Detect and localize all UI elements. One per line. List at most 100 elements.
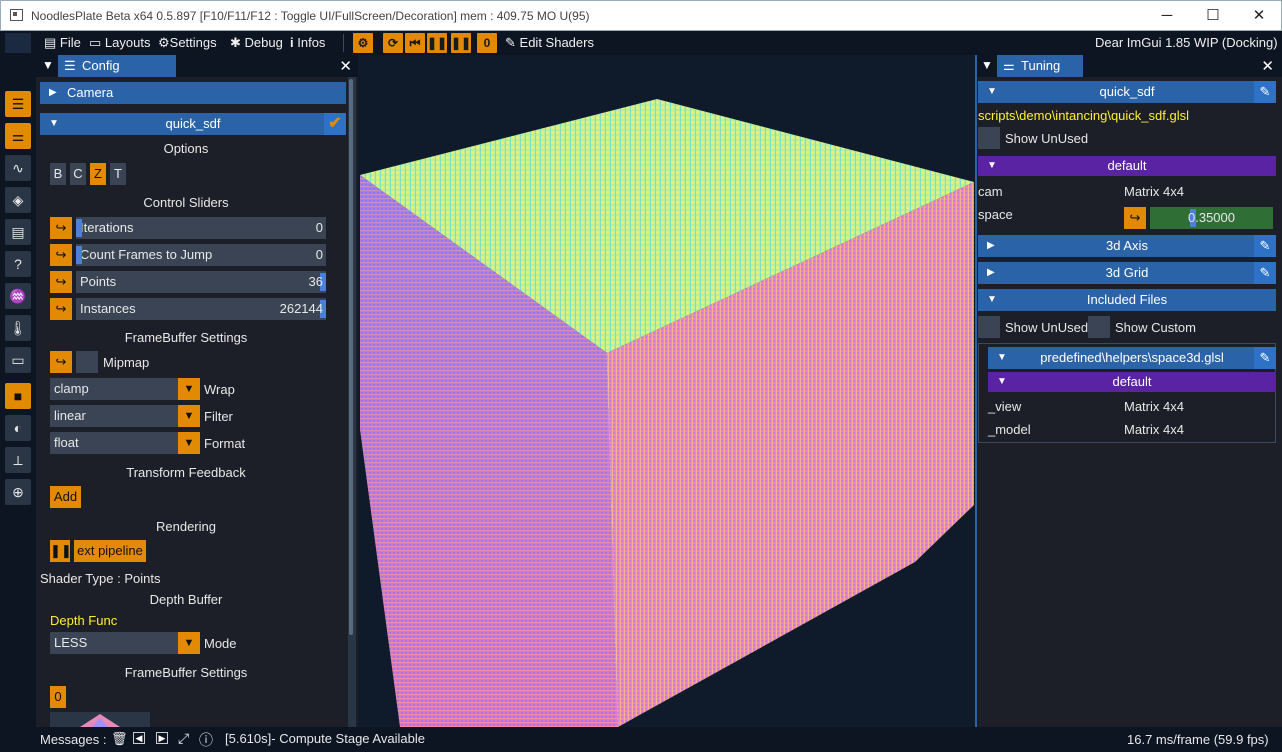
pause-button-2[interactable]: ❚❚: [451, 33, 471, 53]
thermometer-button[interactable]: 🌡: [5, 315, 31, 341]
list-view-button[interactable]: ☰: [5, 91, 31, 117]
expand-icon[interactable]: ⤢: [178, 730, 189, 747]
slider-label: Iterations: [80, 220, 134, 235]
mouse-button[interactable]: ◐: [5, 415, 31, 441]
minimize-button[interactable]: ─: [1156, 5, 1178, 27]
pause-render-button[interactable]: ❚❚: [50, 540, 72, 562]
gamepad-icon: ⊕: [12, 484, 24, 500]
ext-pipeline-button[interactable]: ext pipeline: [74, 540, 146, 562]
reset-instances-button[interactable]: ↪: [50, 298, 72, 320]
mipmap-checkbox[interactable]: [76, 351, 98, 373]
show-custom-checkbox[interactable]: [1088, 316, 1110, 338]
sliders-icon: ⚌: [11, 128, 25, 144]
curve-button[interactable]: ∿: [5, 155, 31, 181]
3d-axis-header[interactable]: ▶ 3d Axis ✎: [978, 235, 1276, 257]
config-scrollbar[interactable]: [348, 77, 356, 727]
step-back-button[interactable]: ⏮: [405, 33, 425, 53]
wrap-select[interactable]: clamp ▼: [50, 378, 200, 400]
close-icon[interactable]: ✕: [339, 57, 352, 75]
document-button[interactable]: ▤: [5, 219, 31, 245]
tuning-toggle-button[interactable]: ⚌: [5, 123, 31, 149]
file-menu[interactable]: ▤ File: [44, 35, 81, 51]
uniform-space-name: space: [978, 207, 1013, 222]
included-files-header[interactable]: ▼ Included Files: [978, 289, 1276, 311]
debug-menu[interactable]: ✱ Debug: [230, 35, 283, 51]
camera-button[interactable]: ■: [5, 383, 31, 409]
quick-sdf-header[interactable]: ▼ quick_sdf ✔: [40, 113, 346, 135]
reset-points-button[interactable]: ↪: [50, 271, 72, 293]
layers-button[interactable]: ◈: [5, 187, 31, 213]
option-c-button[interactable]: C: [70, 163, 86, 185]
help-button[interactable]: ?: [5, 251, 31, 277]
depth-mode-label: Mode: [204, 636, 237, 651]
panel-menu-icon[interactable]: ▼: [981, 58, 993, 72]
chevron-right-icon: ▶: [987, 240, 995, 251]
pause-button[interactable]: ❚❚: [427, 33, 447, 53]
format-select[interactable]: float ▼: [50, 432, 200, 454]
maximize-button[interactable]: ☐: [1202, 5, 1224, 27]
default-section-header[interactable]: ▼ default: [978, 156, 1276, 176]
reload-button[interactable]: ⟳: [383, 33, 403, 53]
trash-icon[interactable]: 🗑: [111, 731, 128, 747]
compute-gears-button[interactable]: ⚙: [353, 33, 373, 53]
depth-mode-select[interactable]: LESS ▼: [50, 632, 200, 654]
slider-grab[interactable]: [76, 246, 82, 264]
slider-value: 0: [315, 220, 323, 235]
tuning-tab[interactable]: ⚌ Tuning: [997, 55, 1083, 77]
scrollbar-thumb[interactable]: [349, 79, 353, 635]
camera-header[interactable]: ▶ Camera: [40, 82, 346, 104]
show-unused-checkbox-2[interactable]: [978, 316, 1000, 338]
tuning-shader-header[interactable]: ▼ quick_sdf ✎: [978, 81, 1276, 103]
reset-space-button[interactable]: ↪: [1124, 207, 1146, 229]
iterations-slider[interactable]: Iterations 0: [76, 217, 326, 239]
info-circle-icon[interactable]: ⓘ: [199, 730, 213, 750]
pencil-icon[interactable]: ✎: [1254, 235, 1276, 257]
gamepad-button[interactable]: ⊕: [5, 479, 31, 505]
render-viewport[interactable]: [360, 55, 974, 727]
option-b-button[interactable]: B: [50, 163, 66, 185]
pencil-icon[interactable]: ✎: [1254, 347, 1276, 369]
slider-grab[interactable]: [76, 219, 82, 237]
axis-button[interactable]: ⟂: [5, 447, 31, 473]
next-icon[interactable]: ▶: [156, 732, 168, 744]
instances-slider[interactable]: Instances 262144: [76, 298, 326, 320]
reset-arrow-icon: ↪: [55, 354, 67, 369]
include-default-header[interactable]: ▼ default: [988, 372, 1276, 392]
menu-color-swatch[interactable]: [5, 33, 31, 53]
space-slider[interactable]: 0.35000: [1150, 207, 1273, 229]
option-t-button[interactable]: T: [110, 163, 126, 185]
pencil-icon[interactable]: ✎: [1254, 81, 1276, 103]
activity-button[interactable]: ♒: [5, 283, 31, 309]
pencil-icon[interactable]: ✎: [1254, 262, 1276, 284]
filter-select[interactable]: linear ▼: [50, 405, 200, 427]
layouts-menu[interactable]: ▭ Layouts: [89, 35, 150, 51]
close-icon[interactable]: ✕: [1261, 57, 1274, 75]
option-z-button[interactable]: Z: [90, 163, 106, 185]
pencil-icon: ✎: [505, 35, 516, 50]
axis-icon: ⟂: [13, 452, 23, 468]
dock-splitter[interactable]: [975, 55, 977, 727]
3d-grid-header[interactable]: ▶ 3d Grid ✎: [978, 262, 1276, 284]
points-slider[interactable]: Points 36: [76, 271, 326, 293]
reset-mipmap-button[interactable]: ↪: [50, 351, 72, 373]
framebuffer-index-button[interactable]: 0: [50, 686, 66, 708]
chevron-right-icon: ▶: [987, 267, 995, 278]
count-frames-slider[interactable]: Count Frames to Jump 0: [76, 244, 326, 266]
slider-value: 36: [308, 274, 323, 289]
show-unused-checkbox[interactable]: [978, 127, 1000, 149]
close-window-button[interactable]: ✕: [1248, 5, 1270, 27]
panel-menu-icon[interactable]: ▼: [42, 58, 54, 72]
include-file-header[interactable]: ▼ predefined\helpers\space3d.glsl ✎: [988, 347, 1276, 369]
frame-counter-button[interactable]: 0: [477, 33, 497, 53]
reset-arrow-icon: ↪: [1129, 210, 1141, 225]
add-button[interactable]: Add: [50, 486, 81, 508]
reset-iterations-button[interactable]: ↪: [50, 217, 72, 239]
config-tab[interactable]: ☰ Config: [58, 55, 176, 77]
settings-menu[interactable]: ⚙Settings: [158, 35, 217, 51]
checkmark-icon[interactable]: ✔: [324, 113, 346, 135]
edit-shaders-menu[interactable]: ✎ Edit Shaders: [505, 35, 594, 51]
infos-menu[interactable]: i Infos: [290, 35, 325, 50]
previous-icon[interactable]: ◀: [133, 732, 145, 744]
messages-button[interactable]: ▭: [5, 347, 31, 373]
reset-frames-button[interactable]: ↪: [50, 244, 72, 266]
